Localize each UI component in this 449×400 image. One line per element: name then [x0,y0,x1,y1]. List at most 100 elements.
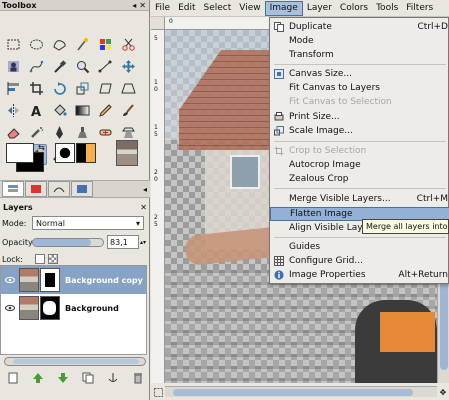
tab-undo[interactable] [71,181,93,197]
tab-paths[interactable] [48,181,70,197]
spin-arrows-icon[interactable]: ▴▾ [140,239,146,246]
flip-icon [7,104,19,117]
tool-button-perspective[interactable] [117,78,139,99]
menu-edit[interactable]: Edit [174,1,199,16]
navigate-icon[interactable]: ✥ [437,386,449,398]
menu-image[interactable]: Image [264,0,303,16]
lower-layer-button[interactable] [57,372,69,387]
opacity-slider[interactable] [32,237,104,247]
close-icon[interactable]: ✕ [139,1,146,10]
paths-icon [29,60,43,73]
quick-mask-toggle[interactable] [151,386,165,398]
tool-button-scale[interactable] [71,78,93,99]
swap-colors-icon[interactable]: ⇆ [38,143,45,152]
tool-button-foreground-select[interactable] [2,56,24,77]
duplicate-icon [82,372,93,383]
color-picker-icon [53,60,66,73]
tool-button-pencil[interactable] [94,100,116,121]
tool-button-ink[interactable] [48,122,70,143]
tool-button-airbrush[interactable] [25,122,47,143]
brush-preview[interactable] [55,143,75,163]
menu-item-scale-image[interactable]: Scale Image... [270,124,449,138]
vertical-ruler[interactable]: 5 1 0 1 5 2 0 2 5 [151,30,165,383]
layer-row[interactable]: Background [1,294,146,322]
close-icon[interactable]: ✕ [140,203,147,212]
menu-item-duplicate[interactable]: Duplicate Ctrl+D [270,20,449,34]
menu-view[interactable]: View [235,1,264,16]
ruler-corner[interactable] [151,17,165,30]
pattern-preview[interactable] [76,143,96,163]
menu-item-image-properties[interactable]: Image Properties Alt+Return [270,268,449,282]
menu-filters[interactable]: Filters [402,1,437,16]
menu-item-print-size[interactable]: Print Size... [270,110,449,124]
menu-item-merge-visible-layers[interactable]: Merge Visible Layers... Ctrl+M [270,192,449,206]
tool-button-text[interactable]: A [25,100,47,121]
eye-icon[interactable] [1,304,19,312]
mode-select[interactable]: Normal ▾ [32,216,144,230]
align-icon [7,82,19,95]
tool-button-align[interactable] [2,78,24,99]
tool-button-paintbrush[interactable] [117,100,139,121]
heal-icon [99,129,111,136]
menu-item-guides[interactable]: Guides [270,240,449,254]
tool-button-rect-select[interactable] [2,34,24,55]
tool-button-free-select[interactable] [48,34,70,55]
raise-layer-button[interactable] [32,372,44,387]
menu-tools[interactable]: Tools [372,1,402,16]
layers-panel-title: Layers [3,202,33,212]
dock-menu-icon[interactable]: ◂ [143,185,147,194]
horizontal-scrollbar[interactable] [165,386,437,397]
tool-button-crop[interactable] [25,78,47,99]
menu-item-transform[interactable]: Transform [270,48,449,62]
tool-button-move[interactable] [117,56,139,77]
tool-button-scissors-select[interactable] [117,34,139,55]
tool-button-clone[interactable] [71,122,93,143]
tool-button-flip[interactable] [2,100,24,121]
lock-alpha-checkbox[interactable] [48,254,58,264]
tool-button-color-picker[interactable] [48,56,70,77]
layer-row[interactable]: Background copy [1,266,146,294]
menu-item-crop-to-selection[interactable]: Crop to Selection [270,144,449,158]
scale-image-icon [270,126,288,136]
tool-button-blend[interactable] [71,100,93,121]
layers-scrollbar[interactable] [4,357,146,366]
menu-layer[interactable]: Layer [303,1,336,16]
tool-button-paths[interactable] [25,56,47,77]
layer-name: Background [65,303,119,313]
scrollbar-thumb[interactable] [440,280,448,370]
tool-button-fuzzy-select[interactable] [71,34,93,55]
menu-item-zealous-crop[interactable]: Zealous Crop [270,172,449,186]
tool-button-zoom[interactable] [71,56,93,77]
toolbox-titlebar[interactable]: Toolbox ◂ ✕ [0,0,149,11]
tool-button-color-select[interactable] [94,34,116,55]
scrollbar-thumb[interactable] [173,389,413,396]
opacity-spinbox[interactable]: 83,1 [107,235,139,249]
menu-item-configure-grid[interactable]: Configure Grid... [270,254,449,268]
lock-pixels-checkbox[interactable] [35,254,45,264]
tool-button-ellipse-select[interactable] [25,34,47,55]
delete-layer-button[interactable] [132,372,144,387]
menu-item-fit-canvas-to-layers[interactable]: Fit Canvas to Layers [270,81,449,95]
tool-button-bucket-fill[interactable] [48,100,70,121]
menu-file[interactable]: File [151,1,174,16]
tool-button-eraser[interactable] [2,122,24,143]
active-image-thumbnail[interactable] [116,140,138,166]
foreground-color-swatch[interactable] [6,143,34,163]
tool-button-measure[interactable] [94,56,116,77]
menu-select[interactable]: Select [200,1,236,16]
tool-button-shear[interactable] [94,78,116,99]
menu-item-mode[interactable]: Mode [270,34,449,48]
anchor-layer-button[interactable] [107,372,119,387]
tab-channels[interactable] [25,181,47,197]
duplicate-layer-button[interactable] [82,372,94,387]
tool-button-heal[interactable] [94,122,116,143]
new-layer-button[interactable] [7,372,19,387]
menu-colors[interactable]: Colors [336,1,372,16]
tab-layers[interactable] [2,181,24,197]
menu-item-canvas-size[interactable]: Canvas Size... [270,67,449,81]
tool-button-rotate[interactable] [48,78,70,99]
menu-item-autocrop-image[interactable]: Autocrop Image [270,158,449,172]
eye-icon[interactable] [1,276,19,284]
menu-item-fit-canvas-to-selection[interactable]: Fit Canvas to Selection [270,95,449,109]
menu-arrow-icon[interactable]: ◂ [132,1,136,10]
